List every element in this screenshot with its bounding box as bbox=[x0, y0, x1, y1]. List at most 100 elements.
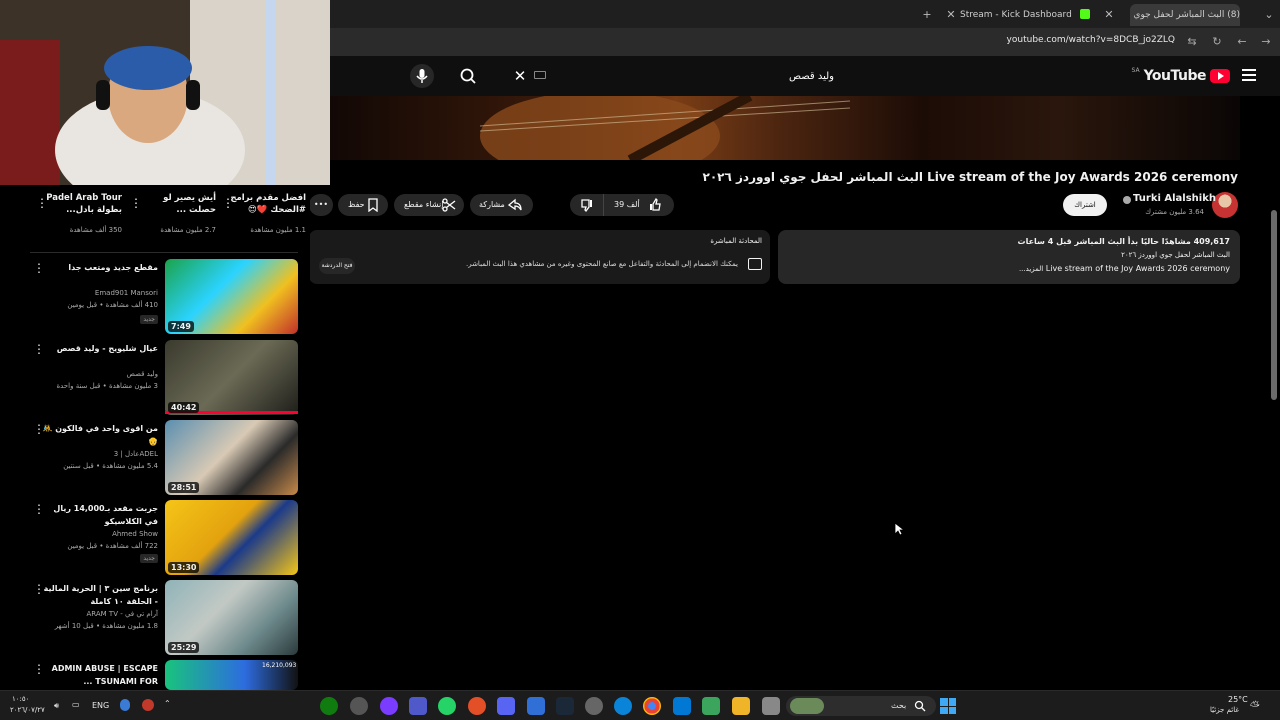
tab-youtube-video[interactable]: (8) البث المباشر لحفل جوي ار bbox=[1130, 4, 1240, 26]
more-vertical-icon[interactable]: ⋮ bbox=[33, 422, 45, 436]
list-item[interactable]: 28:51 من اقوى واحد في فالكون 🤼👴 عادل | 3… bbox=[0, 420, 310, 500]
like-button[interactable]: 39 ألف bbox=[604, 194, 674, 216]
subscriber-count: 3.64 مليون مشترك bbox=[1145, 208, 1204, 216]
video-frame bbox=[479, 96, 851, 160]
app-icon[interactable] bbox=[673, 697, 691, 715]
voice-search-button[interactable] bbox=[410, 64, 434, 88]
clip-button[interactable]: إنشاء مقطع bbox=[394, 194, 464, 216]
file-explorer-icon[interactable] bbox=[732, 697, 750, 715]
show-more-link[interactable]: ...المزيد bbox=[1019, 265, 1043, 273]
weather-temperature[interactable]: 25°C bbox=[1228, 695, 1248, 704]
video-title[interactable]: برنامج سين ٣ | الحرية المالية - الحلقة ١… bbox=[38, 582, 158, 608]
video-channel[interactable]: Ahmed Show bbox=[112, 530, 158, 538]
channel-name[interactable]: Turki Alalshikh bbox=[1133, 193, 1216, 204]
keyboard-icon[interactable] bbox=[534, 71, 546, 79]
video-channel[interactable]: ARAM TV - آرام تي في bbox=[87, 610, 159, 618]
app-icon[interactable] bbox=[702, 697, 720, 715]
steam-icon[interactable] bbox=[556, 697, 574, 715]
speaker-icon[interactable]: 🔊︎ bbox=[54, 701, 59, 711]
browser-tab-bar: (8) البث المباشر لحفل جوي ار ✕ Stream - … bbox=[330, 0, 1280, 28]
share-button[interactable]: مشاركة bbox=[470, 194, 533, 216]
more-actions-button[interactable]: ••• bbox=[309, 194, 333, 216]
xbox-icon[interactable] bbox=[320, 697, 338, 715]
chrome-icon[interactable] bbox=[643, 697, 661, 715]
taskbar-search[interactable]: بحث bbox=[786, 696, 936, 716]
language-indicator[interactable]: ENG bbox=[92, 701, 109, 710]
more-vertical-icon[interactable]: ⋮ bbox=[130, 196, 142, 210]
clock-date[interactable]: ٢٠٢٦/٠٧/٢٧ bbox=[10, 706, 45, 714]
app-tray-icon[interactable] bbox=[142, 699, 154, 711]
video-channel[interactable]: وليد قصص bbox=[126, 370, 158, 378]
search-box[interactable]: ✕ bbox=[510, 64, 840, 88]
display-icon[interactable]: ▭ bbox=[72, 700, 80, 709]
view-count: 409,617 مشاهدًا حاليًا بدأ البث المباشر … bbox=[1017, 237, 1230, 246]
hamburger-menu-icon[interactable] bbox=[1242, 69, 1256, 81]
short-card[interactable]: افضل مقدم برامج #الضحك ❤️😍 1.1 مليون مشا… bbox=[220, 190, 310, 238]
more-vertical-icon[interactable]: ⋮ bbox=[33, 261, 45, 275]
weather-icon[interactable]: ⛅︎ bbox=[1250, 699, 1260, 714]
new-tab-icon[interactable]: + bbox=[920, 4, 934, 26]
video-title[interactable]: ADMIN ABUSE | ESCAPE TSUNAMI FOR ... bbox=[38, 662, 158, 688]
app-icon[interactable] bbox=[468, 697, 486, 715]
edge-icon[interactable] bbox=[614, 697, 632, 715]
short-card[interactable]: أيش يصير لو حصلت ... 2.7 مليون مشاهدة ⋮ bbox=[130, 190, 220, 238]
more-vertical-icon[interactable]: ⋮ bbox=[33, 662, 45, 676]
tab-close-icon[interactable]: ✕ bbox=[944, 4, 958, 26]
video-duration: 7:49 bbox=[168, 321, 194, 332]
address-bar[interactable]: youtube.com/watch?v=8DCB_jo2ZLQ ⇆ ↻ ← → bbox=[330, 28, 1280, 56]
list-item[interactable]: 7:49 مقطع جديد ومتعب جدا Emad901 Mansori… bbox=[0, 259, 310, 339]
clear-search-icon[interactable]: ✕ bbox=[510, 66, 530, 86]
discord-icon[interactable] bbox=[497, 697, 515, 715]
more-vertical-icon[interactable]: ⋮ bbox=[33, 502, 45, 516]
store-icon[interactable] bbox=[527, 697, 545, 715]
clock-time[interactable]: ١٠:٥٠ bbox=[12, 695, 29, 703]
video-channel[interactable]: عادل | 3ADEL bbox=[114, 450, 158, 458]
reload-icon[interactable]: ↻ bbox=[1209, 34, 1225, 50]
video-title[interactable]: عيال شليويح - وليد قصص bbox=[38, 342, 158, 355]
video-channel[interactable]: Emad901 Mansori bbox=[95, 289, 158, 297]
app-icon[interactable] bbox=[380, 697, 398, 715]
windows-taskbar: ١٠:٥٠ ٢٠٢٦/٠٧/٢٧ 🔊︎ ▭ ENG ⌃ بحث 25°C غائ… bbox=[0, 690, 1280, 720]
more-vertical-icon[interactable]: ⋮ bbox=[33, 582, 45, 596]
video-title[interactable]: جربت مقعد بـ14,000 ريال في الكلاسيكو bbox=[38, 502, 158, 528]
subscribe-button[interactable]: اشتراك bbox=[1063, 194, 1107, 216]
search-button[interactable] bbox=[455, 63, 481, 89]
page-scrollbar[interactable] bbox=[1270, 60, 1278, 720]
teams-icon[interactable] bbox=[409, 697, 427, 715]
chevron-up-icon[interactable]: ⌃ bbox=[164, 699, 171, 708]
back-icon[interactable]: → bbox=[1258, 34, 1274, 50]
list-item[interactable]: 16,210,093 ADMIN ABUSE | ESCAPE TSUNAMI … bbox=[0, 660, 310, 690]
video-title[interactable]: من اقوى واحد في فالكون 🤼👴 bbox=[38, 422, 158, 448]
more-vertical-icon[interactable]: ⋮ bbox=[222, 196, 234, 210]
weather-description[interactable]: غائم جزئيًا bbox=[1210, 706, 1239, 714]
search-input[interactable] bbox=[510, 64, 840, 88]
description-card[interactable]: 409,617 مشاهدًا حاليًا بدأ البث المباشر … bbox=[778, 230, 1240, 284]
video-duration: 13:30 bbox=[168, 562, 200, 573]
video-title[interactable]: مقطع جديد ومتعب جدا bbox=[38, 261, 158, 274]
app-icon[interactable] bbox=[762, 697, 780, 715]
list-item[interactable]: 25:29 برنامج سين ٣ | الحرية المالية - ال… bbox=[0, 580, 310, 660]
search-icon bbox=[914, 700, 926, 712]
list-item[interactable]: 13:30 جربت مقعد بـ14,000 ريال في الكلاسي… bbox=[0, 500, 310, 580]
forward-icon[interactable]: ← bbox=[1234, 34, 1250, 50]
site-settings-icon[interactable]: ⇆ bbox=[1184, 34, 1200, 50]
more-vertical-icon[interactable]: ⋮ bbox=[36, 196, 48, 210]
whatsapp-icon[interactable] bbox=[438, 697, 456, 715]
video-player[interactable] bbox=[330, 96, 1240, 160]
app-icon[interactable] bbox=[585, 697, 603, 715]
short-card[interactable]: Padel Arab Tour بطولة بادل... 350 ألف مش… bbox=[36, 190, 126, 238]
microphone-tray-icon[interactable] bbox=[120, 699, 130, 711]
tab-list-chevron-icon[interactable]: ⌄ bbox=[1262, 4, 1276, 26]
tab-kick-dashboard[interactable]: Stream - Kick Dashboard bbox=[960, 4, 1075, 26]
tab-close-icon[interactable]: ✕ bbox=[1102, 4, 1116, 26]
open-chat-button[interactable]: فتح الدردشة bbox=[319, 258, 355, 274]
more-vertical-icon[interactable]: ⋮ bbox=[33, 342, 45, 356]
save-button[interactable]: حفظ bbox=[338, 194, 388, 216]
divider bbox=[30, 252, 298, 253]
scrollbar-thumb[interactable] bbox=[1271, 210, 1277, 400]
list-item[interactable]: 40:42 عيال شليويح - وليد قصص وليد قصص 3 … bbox=[0, 340, 310, 420]
obs-icon[interactable] bbox=[350, 697, 368, 715]
windows-start-icon[interactable] bbox=[940, 698, 956, 714]
dislike-button[interactable] bbox=[570, 194, 604, 216]
youtube-logo[interactable]: SA YouTube bbox=[1132, 67, 1230, 84]
